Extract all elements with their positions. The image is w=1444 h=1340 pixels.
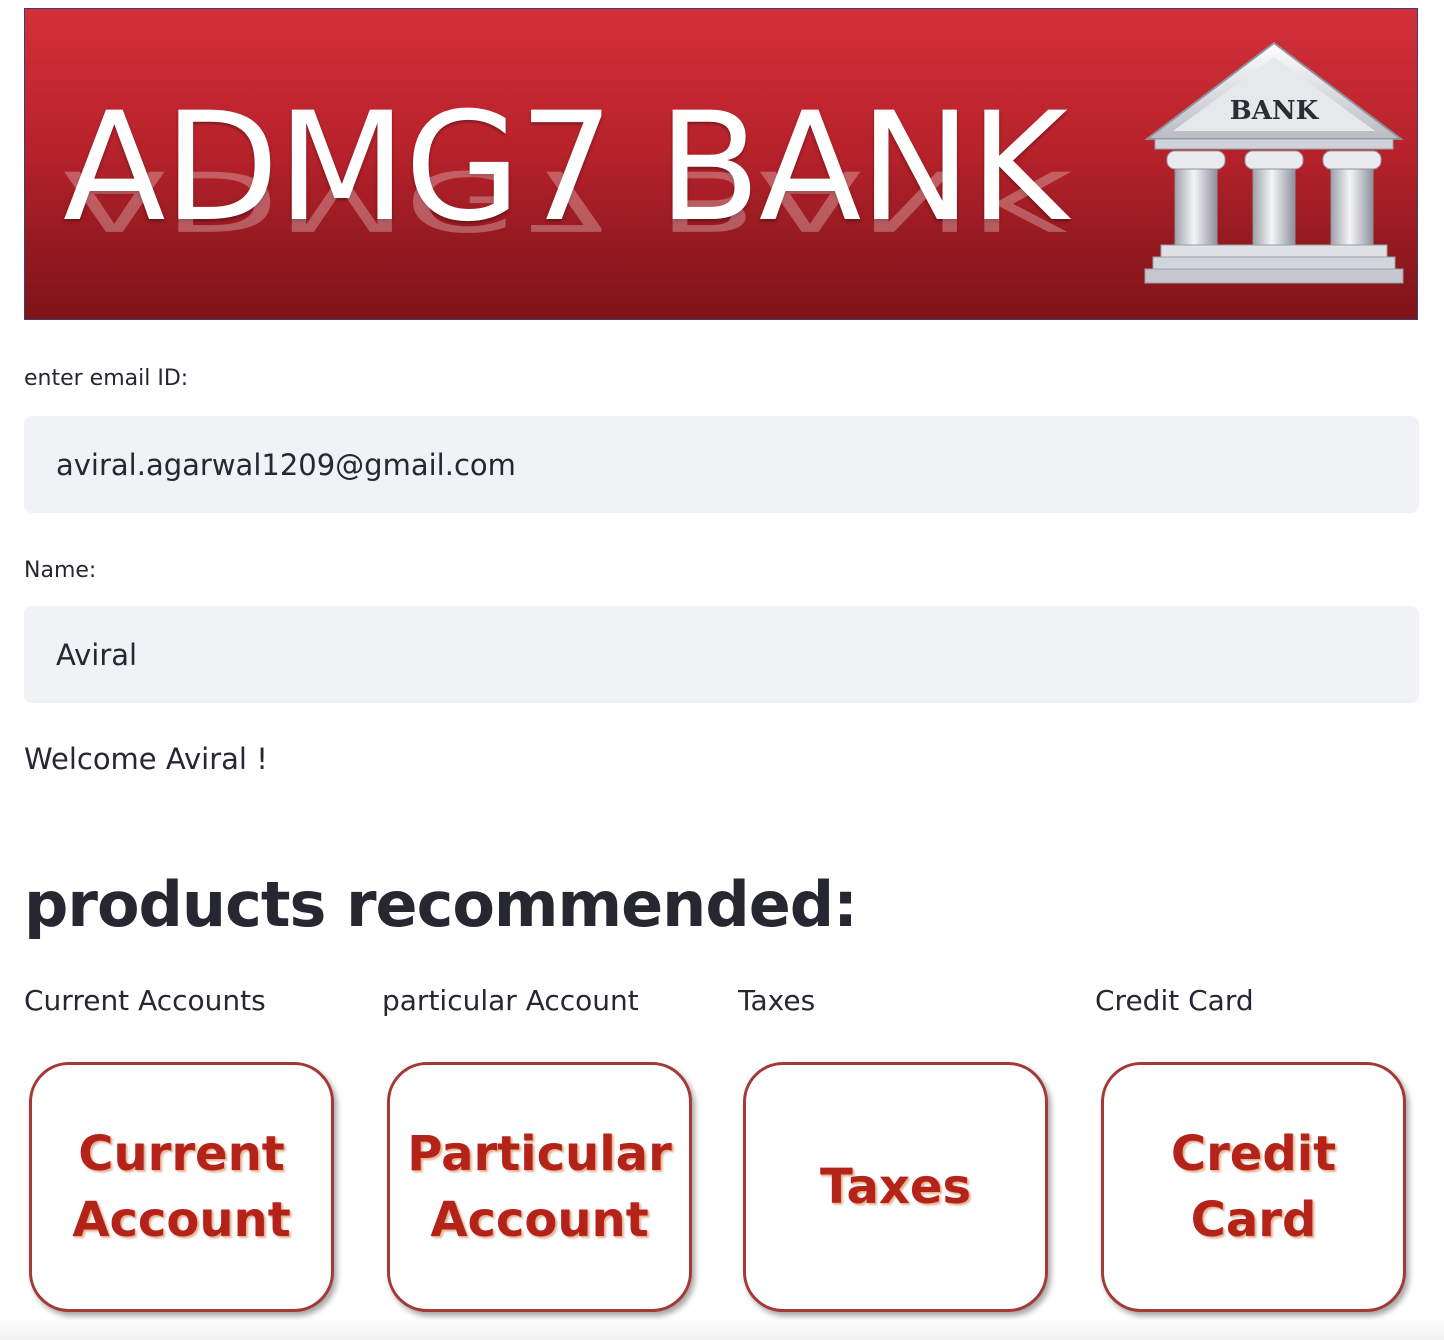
- card-line: Account: [430, 1192, 649, 1248]
- name-input[interactable]: [24, 606, 1419, 703]
- current-account-card[interactable]: Current Account: [29, 1062, 334, 1312]
- taxes-card[interactable]: Taxes: [743, 1062, 1048, 1312]
- banner-title-reflection: ADMG7 BANK: [63, 151, 1066, 248]
- particular-account-card[interactable]: Particular Account: [387, 1062, 692, 1312]
- bank-banner: ADMG7 BANK ADMG7 BANK BANK: [24, 8, 1418, 320]
- name-label: Name:: [24, 558, 97, 583]
- card-line: Taxes: [819, 1159, 972, 1215]
- particular-account-card-text: Particular Account: [407, 1121, 672, 1253]
- credit-card-card-text: Credit Card: [1171, 1121, 1336, 1253]
- card-line: Account: [72, 1192, 291, 1248]
- card-line: Current: [78, 1126, 285, 1182]
- products-heading: products recommended:: [24, 868, 858, 941]
- current-account-card-text: Current Account: [72, 1121, 290, 1253]
- product-label-current-accounts: Current Accounts: [24, 984, 266, 1017]
- bottom-fade: [0, 1318, 1444, 1340]
- card-line: Card: [1190, 1192, 1317, 1248]
- product-label-particular-account: particular Account: [382, 984, 639, 1017]
- page: ADMG7 BANK ADMG7 BANK BANK enter email I…: [0, 0, 1444, 1340]
- product-label-credit-card: Credit Card: [1095, 984, 1254, 1017]
- email-label: enter email ID:: [24, 366, 189, 391]
- email-input[interactable]: [24, 416, 1419, 513]
- taxes-card-text: Taxes: [820, 1154, 971, 1220]
- product-label-taxes: Taxes: [738, 984, 816, 1017]
- bank-building-icon: BANK: [1144, 41, 1404, 284]
- welcome-message: Welcome Aviral !: [24, 742, 268, 776]
- card-line: Particular: [407, 1126, 672, 1182]
- card-line: Credit: [1170, 1126, 1337, 1182]
- credit-card-card[interactable]: Credit Card: [1101, 1062, 1406, 1312]
- bank-logo-text: BANK: [1230, 96, 1320, 126]
